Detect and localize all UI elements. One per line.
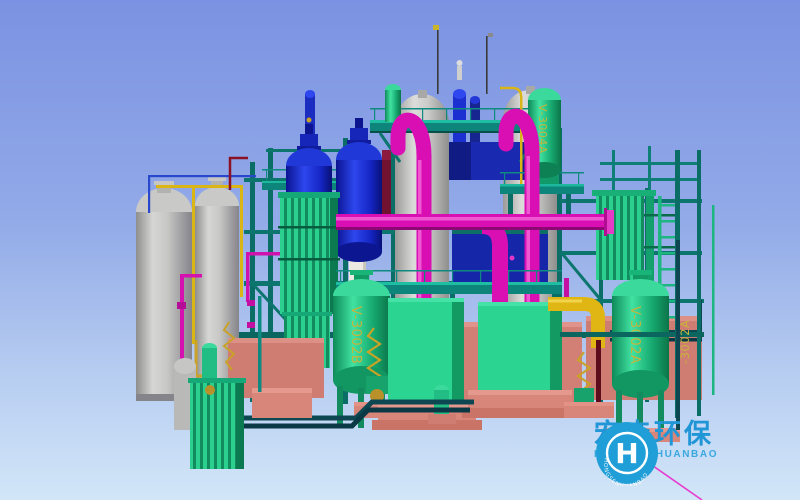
tag-3002a-partial: -3002A xyxy=(678,320,692,364)
valve xyxy=(247,300,255,306)
vent-stack-line xyxy=(437,28,439,94)
vent-stack-line xyxy=(486,36,488,94)
logo-letter: H xyxy=(615,437,638,470)
pipe-flange xyxy=(607,210,614,234)
company-logo: H HONGSENHUANBAO 宏森环保 HONGSENHUANBAO xyxy=(594,420,718,460)
green-skid-right xyxy=(462,302,578,418)
tag-v3002b: V-3002B xyxy=(348,306,363,364)
v3002a-vessel: V-3002A xyxy=(604,270,680,442)
valve xyxy=(247,322,255,328)
valve xyxy=(177,302,186,309)
logo-mark-icon: H HONGSENHUANBAO xyxy=(594,420,660,486)
model-viewport[interactable]: V-3004A V-3002B xyxy=(0,0,800,500)
